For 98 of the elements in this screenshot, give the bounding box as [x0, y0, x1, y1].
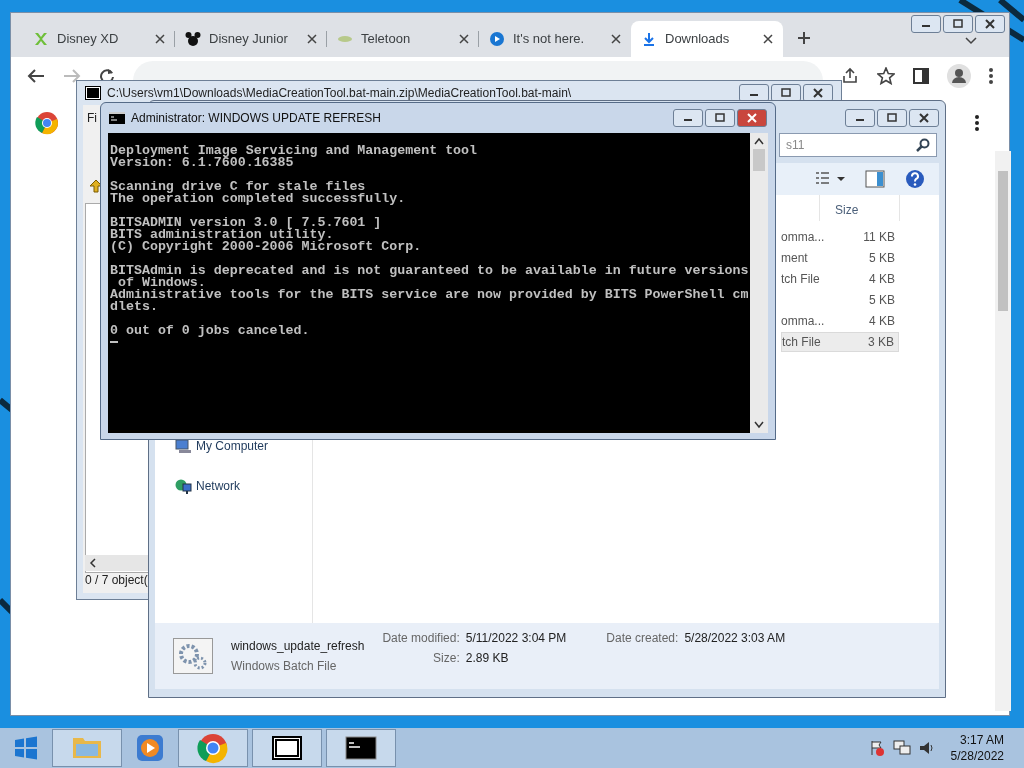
close-icon — [984, 19, 996, 29]
back-icon[interactable] — [27, 68, 45, 84]
horizontal-scrollbar[interactable] — [85, 555, 151, 571]
field-label: Date created: — [605, 630, 679, 647]
file-row[interactable]: tch File 3 KB — [781, 332, 899, 352]
minimize-button[interactable] — [911, 15, 941, 33]
file-type: Windows Batch File — [231, 658, 338, 675]
play-icon — [489, 31, 505, 47]
preview-pane-icon[interactable] — [865, 170, 885, 188]
archive-app-icon — [85, 86, 101, 100]
download-icon — [641, 31, 657, 47]
file-row[interactable]: tch File 4 KB — [781, 269, 899, 289]
browser-tab[interactable]: Disney Junior — [175, 21, 327, 57]
taskbar-button[interactable] — [252, 729, 322, 767]
chevron-down-icon[interactable] — [965, 37, 977, 45]
browser-tab[interactable]: Downloads — [631, 21, 783, 57]
maximize-button[interactable] — [705, 109, 735, 127]
scroll-up-icon[interactable] — [754, 137, 764, 145]
chrome-logo-icon — [197, 732, 229, 764]
maximize-button[interactable] — [943, 15, 973, 33]
up-folder-icon[interactable] — [89, 179, 103, 193]
globe-computer-icon — [175, 477, 192, 495]
close-icon[interactable] — [459, 34, 469, 44]
scrollbar[interactable] — [995, 151, 1011, 711]
minimize-button[interactable] — [673, 109, 703, 127]
field-label: Size: — [432, 650, 460, 667]
flag-icon[interactable] — [868, 740, 885, 756]
search-field[interactable]: s11 — [779, 133, 937, 157]
column-header[interactable]: Size — [835, 201, 859, 219]
scrollbar[interactable] — [750, 133, 768, 433]
field-value: 5/11/2022 3:04 PM — [465, 630, 567, 647]
close-icon — [746, 113, 758, 123]
browser-tab[interactable]: Disney XD — [23, 21, 175, 57]
close-icon[interactable] — [155, 34, 165, 44]
more-icon[interactable] — [989, 68, 993, 84]
console-text: BITSADMIN version 3.0 [ 7.5.7601 ] BITS administration utility. (C) Copyright 2000-2006 Microsoft Corp. — [110, 217, 423, 253]
console-text: 0 out of 0 jobs canceled. — [110, 325, 311, 337]
chrome-logo-icon — [35, 111, 59, 135]
scroll-left-icon[interactable] — [89, 558, 97, 568]
close-icon[interactable] — [611, 34, 621, 44]
file-row[interactable]: ment 5 KB — [781, 248, 899, 268]
computer-icon — [175, 437, 192, 455]
window-title: Administrator: WINDOWS UPDATE REFRESH — [131, 110, 381, 127]
new-tab-icon[interactable] — [797, 31, 811, 45]
scrollbar-thumb[interactable] — [753, 149, 765, 171]
share-icon[interactable] — [841, 67, 859, 85]
status-text: 0 / 7 object( — [85, 572, 148, 589]
play-icon — [134, 732, 166, 764]
console-text: Scanning drive C for stale files The operation completed successfully. — [110, 181, 407, 205]
search-icon[interactable] — [916, 138, 930, 152]
gears-file-icon — [173, 638, 213, 674]
window-title: C:\Users\vm1\Downloads\MediaCreationTool.bat-main.zip\MediaCreationTool.bat-main\ — [107, 85, 572, 102]
maximize-icon — [714, 113, 726, 123]
minimize-button[interactable] — [845, 109, 875, 127]
file-row[interactable]: omma... 11 KB — [781, 227, 899, 247]
field-value: 5/28/2022 3:03 AM — [684, 630, 786, 647]
profile-icon[interactable] — [947, 64, 971, 88]
maximize-icon — [952, 19, 964, 29]
mouse-ears-icon — [185, 31, 201, 47]
scroll-down-icon[interactable] — [754, 421, 764, 429]
more-icon[interactable] — [975, 115, 979, 131]
text-cursor — [110, 341, 118, 343]
forward-icon[interactable] — [63, 68, 81, 84]
browser-tab[interactable]: It's not here. — [479, 21, 631, 57]
close-icon[interactable] — [763, 34, 773, 44]
maximize-icon — [886, 113, 898, 123]
menu-item[interactable]: Fi — [87, 109, 97, 127]
field-label: Date modified: — [382, 630, 460, 647]
clock[interactable]: 3:17 AM 5/28/2022 — [950, 732, 1004, 764]
address-field[interactable] — [133, 61, 823, 81]
maximize-icon — [780, 88, 792, 98]
field-value: 2.89 KB — [465, 650, 510, 667]
taskbar-button[interactable] — [326, 729, 396, 767]
close-button[interactable] — [975, 15, 1005, 33]
side-panel-icon[interactable] — [913, 68, 929, 84]
console-text: BITSAdmin is deprecated and is not guaranteed to be available in future versions of Windows. Administrative tools for the BITS service are now provided by BITS PowerShell cm dlets. — [110, 265, 750, 313]
volume-icon[interactable] — [918, 740, 935, 756]
close-icon — [812, 88, 824, 98]
help-icon[interactable] — [905, 169, 925, 189]
console-text: Deployment Image Servicing and Management tool Version: 6.1.7600.16385 — [110, 145, 479, 169]
close-button[interactable] — [909, 109, 939, 127]
close-button[interactable] — [737, 109, 767, 127]
windows-logo-icon — [14, 736, 38, 760]
network-icon[interactable] — [892, 740, 911, 756]
scrollbar-thumb[interactable] — [998, 171, 1008, 311]
file-name: windows_update_refresh — [231, 638, 365, 655]
nav-item[interactable]: My Computer — [175, 437, 312, 455]
console-icon — [109, 112, 125, 124]
browser-tab[interactable]: Teletoon — [327, 21, 479, 57]
file-row[interactable]: omma... 4 KB — [781, 311, 899, 331]
x-logo-icon — [33, 31, 49, 47]
star-icon[interactable] — [877, 67, 895, 85]
close-icon[interactable] — [307, 34, 317, 44]
maximize-button[interactable] — [877, 109, 907, 127]
view-options-icon[interactable] — [815, 171, 845, 187]
file-row[interactable]: 5 KB — [781, 290, 899, 310]
close-icon — [918, 113, 930, 123]
nav-item[interactable]: Network — [175, 477, 312, 495]
